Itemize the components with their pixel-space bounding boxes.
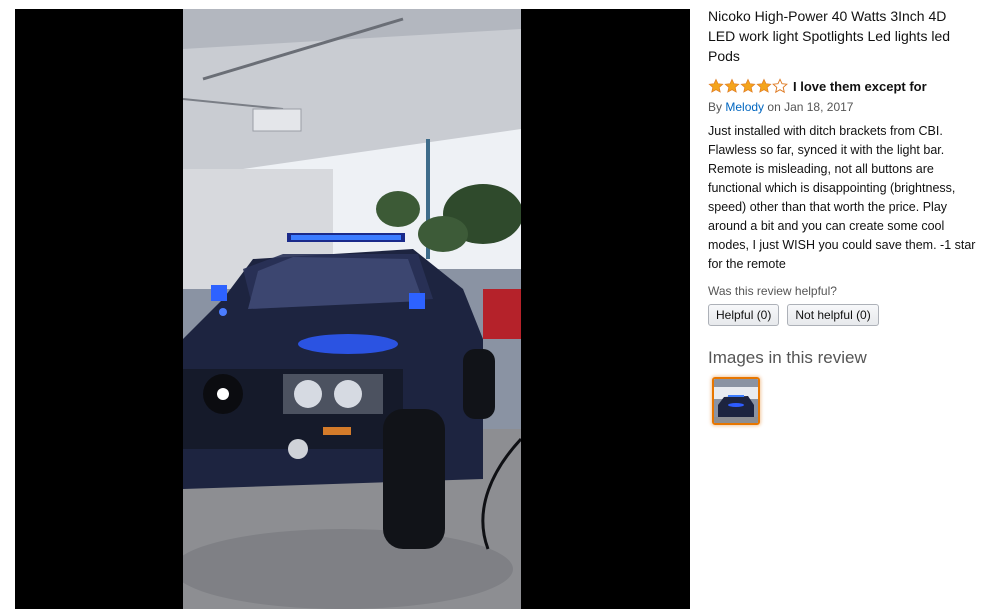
product-title: Nicoko High-Power 40 Watts 3Inch 4D LED … <box>708 8 951 64</box>
author-link[interactable]: Melody <box>725 100 764 114</box>
helpful-button[interactable]: Helpful (0) <box>708 304 780 326</box>
byline-prefix: By <box>708 100 723 114</box>
star-filled-icon <box>740 78 756 93</box>
review-date: on Jan 18, 2017 <box>767 100 854 114</box>
review-byline: By Melody on Jan 18, 2017 <box>708 98 976 116</box>
image-viewer <box>15 9 690 609</box>
review-panel: Nicoko High-Power 40 Watts 3Inch 4D LED … <box>708 6 976 425</box>
not-helpful-button[interactable]: Not helpful (0) <box>787 304 879 326</box>
review-image-thumbnail[interactable] <box>712 377 760 425</box>
images-heading: Images in this review <box>708 348 867 367</box>
helpful-question: Was this review helpful? <box>708 284 837 298</box>
review-body: Just installed with ditch brackets from … <box>708 124 976 271</box>
star-empty-icon <box>772 78 788 94</box>
review-photo <box>183 9 521 609</box>
star-rating <box>708 78 788 94</box>
star-filled-icon <box>708 78 724 93</box>
star-filled-icon <box>724 78 740 93</box>
review-header: I love them except for <box>708 76 976 96</box>
review-title: I love them except for <box>793 78 927 94</box>
star-filled-icon <box>756 78 772 93</box>
vote-buttons: Helpful (0) Not helpful (0) <box>708 304 976 326</box>
